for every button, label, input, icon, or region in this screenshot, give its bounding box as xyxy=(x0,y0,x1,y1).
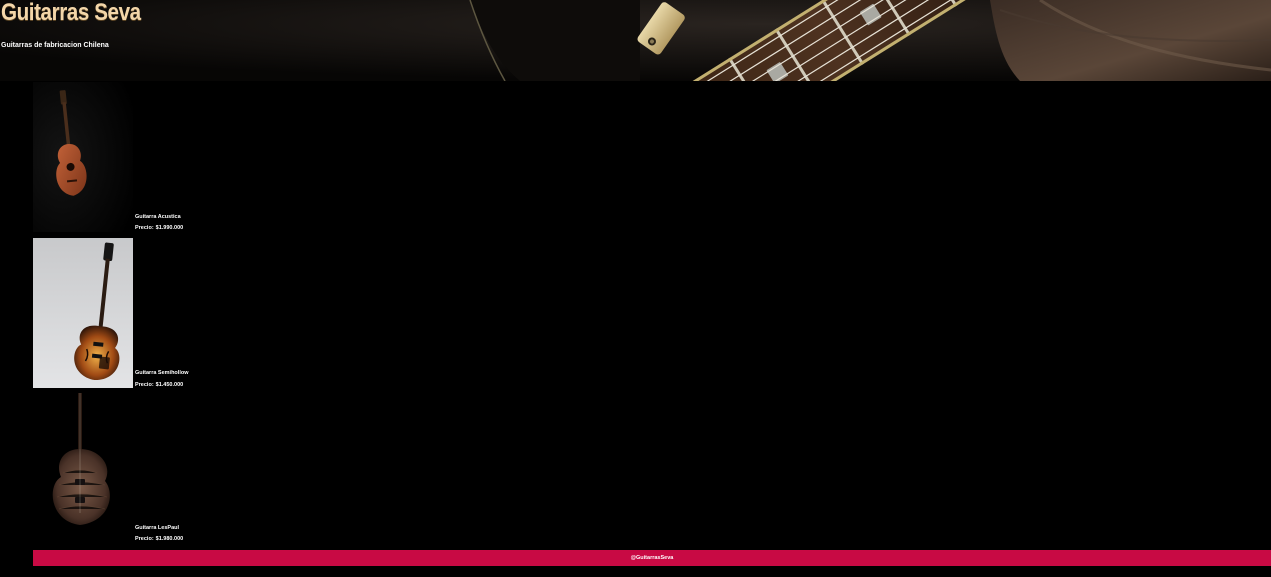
page: Guitarras Seva Guitarras de fabricacion … xyxy=(0,0,1271,577)
site-subtitle: Guitarras de fabricacion Chilena xyxy=(1,42,109,49)
social-handle-link[interactable]: @GuitarrasSeva xyxy=(631,555,674,561)
price-label: Precio: xyxy=(135,382,154,388)
product-name: Guitarra Semihollow xyxy=(135,370,189,376)
product-image-semihollow-guitar[interactable] xyxy=(33,238,133,388)
price-value: $1.450.000 xyxy=(155,382,184,388)
site-title: Guitarras Seva xyxy=(1,0,141,26)
header-banner: Guitarras Seva Guitarras de fabricacion … xyxy=(0,0,1271,81)
footer-bar: @GuitarrasSeva xyxy=(33,550,1271,566)
product-name: Guitarra LesPaul xyxy=(135,525,180,531)
price-label: Precio: xyxy=(135,536,154,542)
product-price: Precio: $1.990.000 xyxy=(135,225,183,231)
product-image-lespaul-guitar[interactable] xyxy=(33,393,133,543)
banner-guitar-image xyxy=(0,0,1271,81)
product-name: Guitarra Acustica xyxy=(135,214,181,220)
price-value: $1.990.000 xyxy=(155,225,184,231)
product-price: Precio: $1.980.000 xyxy=(135,536,183,542)
price-label: Precio: xyxy=(135,225,154,231)
product-price: Precio: $1.450.000 xyxy=(135,382,183,388)
product-image-acoustic-guitar[interactable] xyxy=(33,82,133,232)
price-value: $1.980.000 xyxy=(155,536,184,542)
